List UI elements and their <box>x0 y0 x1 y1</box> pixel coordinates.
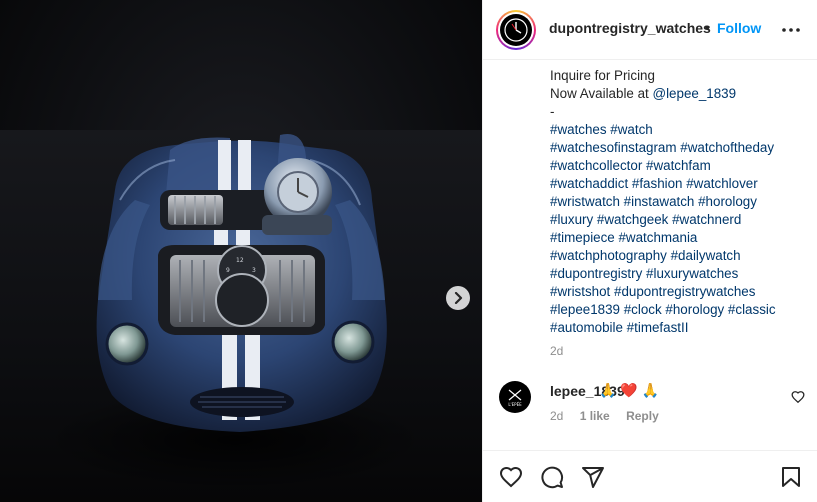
post-username[interactable]: dupontregistry_watches <box>549 20 711 36</box>
caption-line: #lepee1839 #clock #horology #classic <box>550 301 810 319</box>
hashtag-links[interactable]: #watchesofinstagram #watchoftheday <box>550 140 774 155</box>
avatar-inner <box>498 12 534 48</box>
mention-link[interactable]: @lepee_1839 <box>652 86 736 101</box>
comment-likes[interactable]: 1 like <box>580 409 610 423</box>
hashtag-links[interactable]: #watchaddict #fashion #watchlover <box>550 176 758 191</box>
comment-text: 🙏 ❤️ 🙏 <box>599 382 660 398</box>
caption-text: Now Available at <box>550 86 653 101</box>
hashtag-links[interactable]: #luxury #watchgeek #watchnerd <box>550 212 741 227</box>
svg-text:3: 3 <box>252 267 256 274</box>
lepee-logo-text: L'EPÉE <box>508 402 522 407</box>
post-timestamp[interactable]: 2d <box>550 344 563 358</box>
caption-line: #watchcollector #watchfam <box>550 157 810 175</box>
hashtag-links[interactable]: #watchphotography #dailywatch <box>550 248 741 263</box>
caption-line: #watchaddict #fashion #watchlover <box>550 175 810 193</box>
car-clock-photo: 12 3 9 <box>45 134 425 490</box>
hashtag-links[interactable]: #wristwatch #instawatch #horology <box>550 194 757 209</box>
reply-button[interactable]: Reply <box>626 409 659 423</box>
comment-heart-icon[interactable] <box>791 390 805 404</box>
hashtag-links[interactable]: #automobile #timefastII <box>550 320 688 335</box>
commenter-avatar[interactable]: L'EPÉE <box>499 381 531 413</box>
chevron-right-icon <box>454 292 463 304</box>
profile-avatar[interactable] <box>496 10 536 50</box>
svg-text:9: 9 <box>226 267 230 274</box>
watch-logo-icon <box>500 14 532 46</box>
hashtag-links[interactable]: #timepiece #watchmania <box>550 230 697 245</box>
caption-line: #wristshot #dupontregistrywatches <box>550 283 810 301</box>
caption-line: - <box>550 103 810 121</box>
separator-dot: • <box>705 19 710 35</box>
caption-line: Now Available at @lepee_1839 <box>550 85 810 103</box>
caption-line: #watchesofinstagram #watchoftheday <box>550 139 810 157</box>
caption-line: #luxury #watchgeek #watchnerd <box>550 211 810 229</box>
hashtag-links[interactable]: #dupontregistry #luxurywatches <box>550 266 738 281</box>
next-image-button[interactable] <box>446 286 470 310</box>
caption-line: #timepiece #watchmania <box>550 229 810 247</box>
svg-text:12: 12 <box>236 257 244 264</box>
post-caption: Inquire for Pricing Now Available at @lep… <box>550 67 810 337</box>
post-header: dupontregistry_watches • Follow <box>483 0 817 60</box>
post-sidebar: dupontregistry_watches • Follow Inquire … <box>482 0 817 502</box>
hashtag-links[interactable]: #watches #watch <box>550 122 653 137</box>
caption-text: - <box>550 104 555 119</box>
caption-line: #watchphotography #dailywatch <box>550 247 810 265</box>
comment-age[interactable]: 2d <box>550 409 563 423</box>
more-horizontal-icon[interactable] <box>779 20 803 40</box>
hashtag-links[interactable]: #watchcollector #watchfam <box>550 158 711 173</box>
bookmark-icon[interactable] <box>779 465 803 489</box>
heart-icon[interactable] <box>499 465 523 489</box>
post-image[interactable]: 12 3 9 <box>0 0 482 502</box>
caption-line: #dupontregistry #luxurywatches <box>550 265 810 283</box>
comment-icon[interactable] <box>540 465 564 489</box>
post-actions <box>483 450 817 502</box>
hashtag-links[interactable]: #lepee1839 #clock #horology #classic <box>550 302 776 317</box>
caption-line: #automobile #timefastII <box>550 319 810 337</box>
caption-line: Inquire for Pricing <box>550 67 810 85</box>
caption-text: Inquire for Pricing <box>550 68 655 83</box>
comment-item: L'EPÉE lepee_1839 🙏 ❤️ 🙏 2d 1 like Reply <box>483 376 817 432</box>
lepee-logo-icon: L'EPÉE <box>508 389 522 407</box>
caption-line: #wristwatch #instawatch #horology <box>550 193 810 211</box>
caption-line: #watches #watch <box>550 121 810 139</box>
share-icon[interactable] <box>581 465 605 489</box>
hashtag-links[interactable]: #wristshot #dupontregistrywatches <box>550 284 755 299</box>
comment-meta: 2d 1 like Reply <box>550 409 672 423</box>
follow-button[interactable]: Follow <box>717 20 761 36</box>
